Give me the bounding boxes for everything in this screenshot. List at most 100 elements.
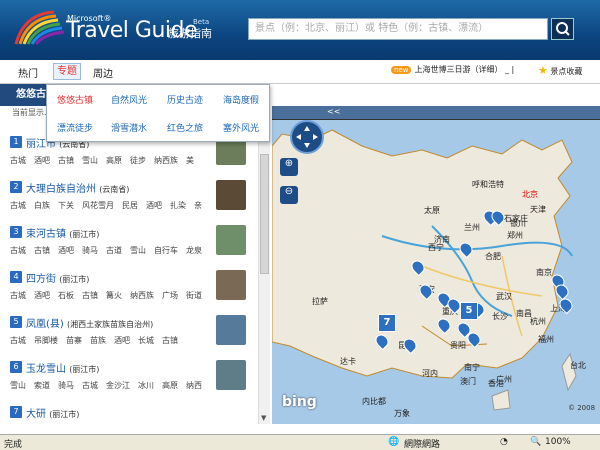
item-name[interactable]: 束河古镇 (丽江市) xyxy=(26,225,99,240)
city-label: 澳门 xyxy=(460,377,476,386)
favorites-link[interactable]: ★ 景点收藏 xyxy=(538,64,582,77)
map-cluster-marker[interactable]: 5 xyxy=(460,302,478,320)
item-number: 4 xyxy=(10,271,22,283)
city-label: 福州 xyxy=(538,335,554,344)
item-title[interactable]: 大研 xyxy=(26,409,46,420)
dropdown-item[interactable]: 自然风光 xyxy=(111,93,147,106)
zoom-level[interactable]: 100% xyxy=(545,437,571,447)
brand-title-cn: 旅游指南 xyxy=(168,27,212,40)
dropdown-item[interactable]: 滑雪潜水 xyxy=(111,121,147,134)
item-thumbnail[interactable] xyxy=(216,360,246,390)
item-number: 1 xyxy=(10,136,22,148)
item-province: (湘西土家族苗族自治州) xyxy=(67,320,154,329)
star-icon: ★ xyxy=(538,64,548,77)
item-tags: 雪山 索道 骑马 古城 金沙江 冰川 高原 纳西 xyxy=(10,381,202,390)
city-label: 南京 xyxy=(536,268,552,277)
travel-guide-logo xyxy=(14,10,65,45)
city-label: 杭州 xyxy=(530,317,546,326)
globe-icon: 🌐 xyxy=(388,437,400,447)
item-name[interactable]: 凤凰(县) (湘西土家族苗族自治州) xyxy=(26,315,153,330)
dropdown-item[interactable]: 悠悠古镇 xyxy=(57,93,93,106)
city-label: 达卡 xyxy=(340,357,356,366)
city-label: 香港 xyxy=(488,379,504,388)
item-province: (丽江市) xyxy=(69,230,100,239)
city-label: 兰州 xyxy=(464,223,480,232)
item-province: (丽江市) xyxy=(69,365,100,374)
city-label: 合肥 xyxy=(485,252,501,261)
item-tags: 古城 酒吧 石板 古镇 篝火 纳西族 广场 街道 xyxy=(10,291,202,300)
list-item[interactable]: 4 四方街 (丽江市) 古城 酒吧 石板 古镇 篝火 纳西族 广场 街道 xyxy=(0,268,258,313)
search-button[interactable] xyxy=(551,18,574,40)
item-number: 2 xyxy=(10,181,22,193)
city-label: 天津 xyxy=(530,205,546,214)
item-province: (丽江市) xyxy=(59,275,90,284)
tab-hot[interactable]: 热门 xyxy=(18,65,38,80)
city-label: 银川 xyxy=(510,219,526,228)
tab-nearby[interactable]: 周边 xyxy=(93,65,113,80)
list-item[interactable]: 5 凤凰(县) (湘西土家族苗族自治州) 古城 吊脚楼 苗寨 苗族 酒吧 长城 … xyxy=(0,313,258,358)
collapse-map-button[interactable]: << xyxy=(327,107,340,116)
item-title[interactable]: 四方街 xyxy=(26,274,56,285)
city-label: 南昌 xyxy=(516,309,532,318)
item-thumbnail[interactable] xyxy=(216,180,246,210)
city-label: 北京 xyxy=(522,190,538,199)
city-label: 贵阳 xyxy=(450,341,466,350)
item-name[interactable]: 玉龙雪山 (丽江市) xyxy=(26,360,99,375)
item-name[interactable]: 四方街 (丽江市) xyxy=(26,270,89,285)
item-number: 5 xyxy=(10,316,22,328)
item-name[interactable]: 大研 (丽江市) xyxy=(26,405,79,420)
item-tags: 古城 吊脚楼 苗寨 苗族 酒吧 长城 古镇 xyxy=(10,336,178,345)
item-tags: 古城 酒吧 古镇 雪山 高原 徒步 纳西族 美 xyxy=(10,156,194,165)
scroll-down-icon[interactable]: ▼ xyxy=(261,414,266,422)
city-label: 台北 xyxy=(570,361,586,370)
dropdown-item[interactable]: 海岛度假 xyxy=(223,93,259,106)
item-title[interactable]: 凤凰(县) xyxy=(26,319,64,330)
city-label: 万象 xyxy=(394,409,410,418)
item-title[interactable]: 大理白族自治州 xyxy=(26,184,96,195)
dropdown-item[interactable]: 漂流徒步 xyxy=(57,121,93,134)
item-title[interactable]: 玉龙雪山 xyxy=(26,364,66,375)
pan-control[interactable] xyxy=(290,120,324,154)
item-name[interactable]: 大理白族自治州 (云南省) xyxy=(26,180,129,195)
item-thumbnail[interactable] xyxy=(216,270,246,300)
map-view[interactable]: 呼和浩特北京天津石家庄银川太原济南西宁兰州郑州西安合肥南京武汉上海拉萨重庆长沙杭… xyxy=(272,106,600,424)
zoom-in-button[interactable]: ⊕ xyxy=(280,158,298,176)
city-label: 武汉 xyxy=(496,292,512,301)
search-icon xyxy=(556,22,570,36)
item-title[interactable]: 束河古镇 xyxy=(26,229,66,240)
item-thumbnail[interactable] xyxy=(216,225,246,255)
dropdown-item[interactable]: 红色之旅 xyxy=(167,121,203,134)
search-input[interactable]: 景点（例：北京、丽江）或 特色（例：古镇、漂流） xyxy=(248,18,548,40)
dropdown-item[interactable]: 塞外风光 xyxy=(223,121,259,134)
scroll-thumb[interactable] xyxy=(260,154,269,274)
zoom-out-button[interactable]: ⊖ xyxy=(280,186,298,204)
zone-label: 網際網路 xyxy=(404,440,441,450)
item-tags: 古城 白族 下关 风花雪月 民居 酒吧 扎染 亲 xyxy=(10,201,202,210)
dropdown-item[interactable]: 历史古迹 xyxy=(167,93,203,106)
city-label: 太原 xyxy=(424,206,440,215)
bing-logo: bing xyxy=(282,394,317,410)
item-number: 3 xyxy=(10,226,22,238)
security-icon: ◔ xyxy=(500,437,508,447)
map-cluster-marker[interactable]: 7 xyxy=(378,314,396,332)
city-label: 呼和浩特 xyxy=(472,180,504,189)
promo-link[interactable]: new 上海世博三日游（详细） _ | xyxy=(391,64,514,75)
tab-topic[interactable]: 专题 xyxy=(53,63,81,80)
city-label: 长沙 xyxy=(492,312,508,321)
list-item[interactable]: 2 大理白族自治州 (云南省) 古城 白族 下关 风花雪月 民居 酒吧 扎染 亲 xyxy=(0,178,258,223)
header: Microsoft® Travel Guide Beta 旅游指南 景点（例：北… xyxy=(0,0,600,60)
item-province: (丽江市) xyxy=(49,410,80,419)
item-thumbnail[interactable] xyxy=(216,315,246,345)
topic-dropdown: 悠悠古镇 自然风光 历史古迹 海岛度假 漂流徒步 滑雪潜水 红色之旅 塞外风光 xyxy=(46,84,270,142)
city-label: 西宁 xyxy=(428,243,444,252)
item-number: 7 xyxy=(10,406,22,418)
map-copyright: © 2008 xyxy=(568,404,596,412)
pan-arrows-icon xyxy=(296,126,318,148)
item-province: (云南省) xyxy=(99,185,130,194)
city-label: 内比都 xyxy=(362,397,386,406)
list-item[interactable]: 6 玉龙雪山 (丽江市) 雪山 索道 骑马 古城 金沙江 冰川 高原 纳西 xyxy=(0,358,258,403)
zoom-icon: 🔍 xyxy=(530,437,542,447)
city-label: 拉萨 xyxy=(312,297,328,306)
list-item[interactable]: 3 束河古镇 (丽江市) 古城 古镇 酒吧 骑马 古道 雪山 自行车 龙泉 xyxy=(0,223,258,268)
city-label: 郑州 xyxy=(507,231,523,240)
